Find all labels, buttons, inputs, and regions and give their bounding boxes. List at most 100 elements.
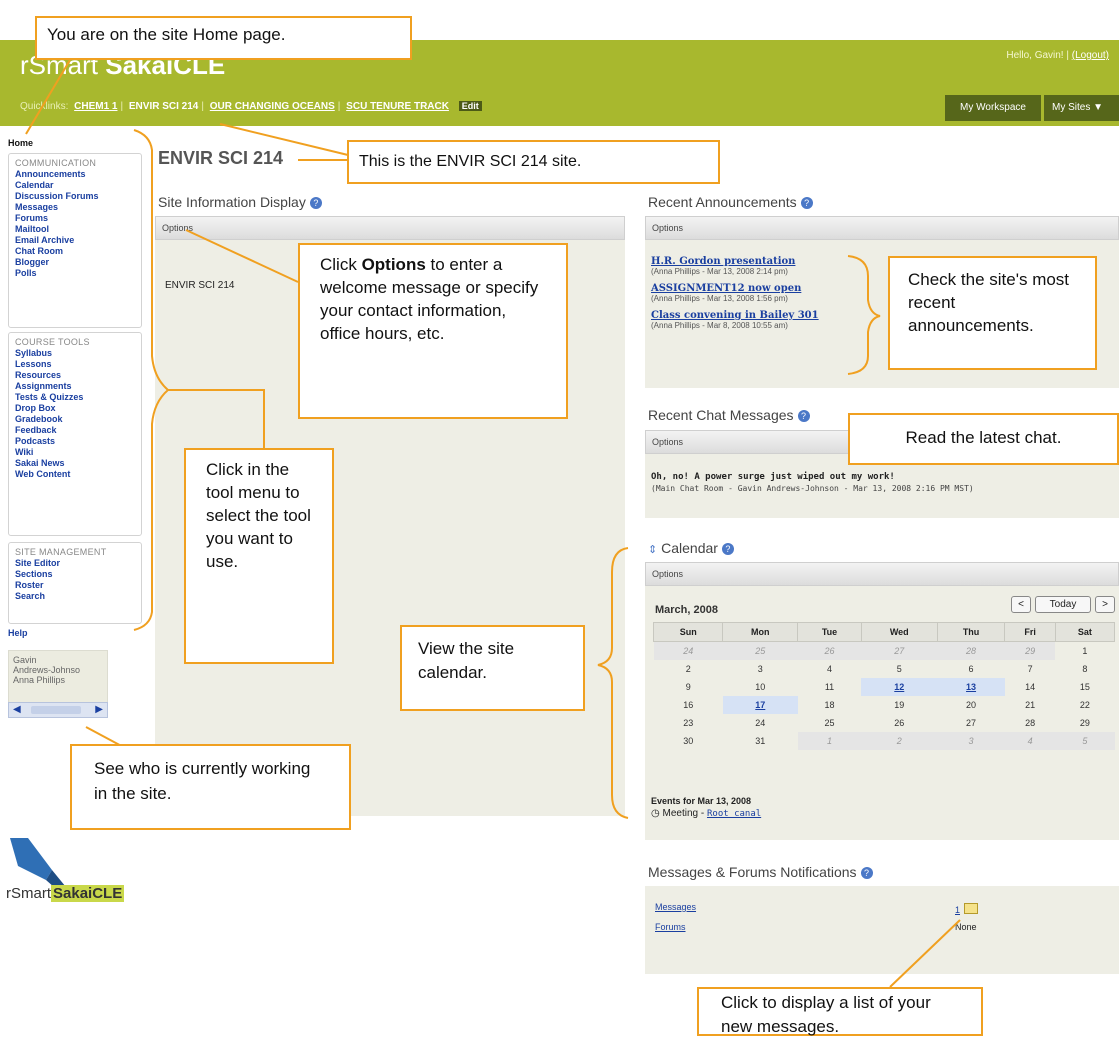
presence-scrollbar[interactable]: ◀ ▶ [8,702,108,718]
menu-item-forums[interactable]: Forums [15,213,135,224]
expand-icon[interactable]: ⇕ [648,544,657,556]
menu-item-email-archive[interactable]: Email Archive [15,235,135,246]
calendar-options[interactable]: Options [645,562,1119,586]
my-sites-button[interactable]: My Sites ▼ [1044,95,1119,121]
calendar-day[interactable]: 14 [1005,678,1055,696]
menu-item-calendar[interactable]: Calendar [15,180,135,191]
forums-link[interactable]: Forums [655,922,686,932]
calendar-day[interactable]: 16 [654,696,723,714]
help-icon[interactable]: ? [800,197,813,210]
messages-link[interactable]: Messages [655,902,696,912]
quicklink-chem[interactable]: CHEM1 1 [74,101,117,112]
help-icon[interactable]: ? [797,410,810,423]
edit-quicklinks-button[interactable]: Edit [458,101,482,111]
menu-item-podcasts[interactable]: Podcasts [15,436,135,447]
menu-item-roster[interactable]: Roster [15,580,135,591]
calendar-day[interactable]: 17 [722,695,798,714]
menu-item-discussion-forums[interactable]: Discussion Forums [15,191,135,202]
site-info-options[interactable]: Options [155,216,625,240]
menu-help[interactable]: Help [8,628,28,638]
calendar-day[interactable]: 24 [653,641,723,660]
calendar-day[interactable]: 26 [797,641,862,660]
prev-month-button[interactable]: < [1011,596,1031,613]
calendar-day[interactable]: 2 [654,660,723,678]
calendar-day[interactable]: 28 [937,641,1005,660]
menu-item-syllabus[interactable]: Syllabus [15,348,135,359]
calendar-day[interactable]: 24 [723,714,798,732]
calendar-day[interactable]: 9 [654,678,723,696]
calendar-day[interactable]: 3 [723,660,798,678]
calendar-day[interactable]: 31 [723,732,798,750]
menu-item-gradebook[interactable]: Gradebook [15,414,135,425]
calendar-day[interactable]: 13 [936,677,1006,696]
calendar-day[interactable]: 29 [1055,714,1114,732]
calendar-day[interactable]: 25 [798,714,862,732]
quicklink-oceans[interactable]: OUR CHANGING OCEANS [210,101,335,112]
calendar-day[interactable]: 18 [798,696,862,714]
messages-count[interactable]: 1 [955,900,979,918]
calendar-day[interactable]: 19 [861,696,937,714]
help-icon[interactable]: ? [309,197,322,210]
calendar-day[interactable]: 20 [937,696,1005,714]
calendar-day[interactable]: 27 [861,641,938,660]
calendar-day[interactable]: 7 [1005,660,1055,678]
menu-item-sakai-news[interactable]: Sakai News [15,458,135,469]
logout-link[interactable]: (Logout) [1072,50,1109,61]
calendar-day[interactable]: 21 [1005,696,1055,714]
menu-item-wiki[interactable]: Wiki [15,447,135,458]
menu-item-drop-box[interactable]: Drop Box [15,403,135,414]
calendar-day[interactable]: 8 [1055,660,1114,678]
calendar-day[interactable]: 15 [1055,678,1114,696]
calendar-day[interactable]: 28 [1005,714,1055,732]
scroll-left-icon[interactable]: ◀ [13,704,21,715]
menu-item-search[interactable]: Search [15,591,135,602]
calendar-day[interactable]: 4 [1004,731,1056,750]
calendar-day[interactable]: 30 [654,732,723,750]
calendar-day[interactable]: 5 [861,660,937,678]
menu-item-lessons[interactable]: Lessons [15,359,135,370]
calendar-day[interactable]: 12 [861,677,938,696]
help-icon[interactable]: ? [860,867,873,880]
menu-item-web-content[interactable]: Web Content [15,469,135,480]
menu-item-messages[interactable]: Messages [15,202,135,213]
calendar-day[interactable]: 23 [654,714,723,732]
calendar-day[interactable]: 10 [723,678,798,696]
quicklink-envir-sci[interactable]: ENVIR SCI 214 [129,101,198,112]
calendar-day[interactable]: 25 [722,641,798,660]
menu-item-polls[interactable]: Polls [15,268,135,279]
menu-item-assignments[interactable]: Assignments [15,381,135,392]
event-link[interactable]: Root canal [707,809,761,819]
calendar-day[interactable]: 4 [798,660,862,678]
next-month-button[interactable]: > [1095,596,1115,613]
announcement-link[interactable]: ASSIGNMENT12 now open [651,283,911,294]
menu-item-site-editor[interactable]: Site Editor [15,558,135,569]
calendar-day[interactable]: 5 [1055,731,1115,750]
today-button[interactable]: Today [1035,596,1091,613]
help-icon[interactable]: ? [721,543,734,556]
scroll-right-icon[interactable]: ▶ [95,704,103,715]
menu-item-mailtool[interactable]: Mailtool [15,224,135,235]
calendar-day[interactable]: 1 [1055,642,1114,660]
announcement-link[interactable]: Class convening in Bailey 301 [651,310,911,321]
announcements-options[interactable]: Options [645,216,1119,240]
calendar-day[interactable]: 3 [937,731,1005,750]
calendar-day[interactable]: 27 [937,714,1005,732]
menu-item-blogger[interactable]: Blogger [15,257,135,268]
menu-item-tests-quizzes[interactable]: Tests & Quizzes [15,392,135,403]
calendar-day[interactable]: 29 [1004,641,1056,660]
calendar-day[interactable]: 2 [861,731,938,750]
calendar-day[interactable]: 11 [798,678,862,696]
menu-item-announcements[interactable]: Announcements [15,169,135,180]
menu-item-sections[interactable]: Sections [15,569,135,580]
calendar-day[interactable]: 22 [1055,696,1114,714]
menu-home[interactable]: Home [8,138,33,148]
announcement-link[interactable]: H.R. Gordon presentation [651,256,911,267]
messages-count-link[interactable]: 1 [955,905,960,915]
calendar-day[interactable]: 6 [937,660,1005,678]
scroll-thumb[interactable] [31,706,81,714]
menu-item-feedback[interactable]: Feedback [15,425,135,436]
menu-item-resources[interactable]: Resources [15,370,135,381]
calendar-day[interactable]: 26 [861,714,937,732]
menu-item-chat-room[interactable]: Chat Room [15,246,135,257]
my-workspace-button[interactable]: My Workspace [945,95,1041,121]
